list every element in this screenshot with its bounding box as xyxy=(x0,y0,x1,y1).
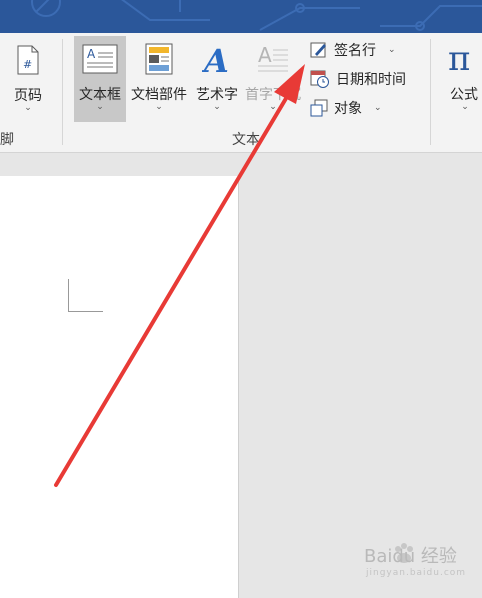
baidu-watermark: Baidu 经验 xyxy=(364,546,457,567)
arrow-annotation xyxy=(54,64,305,487)
baidu-watermark-url: jingyan.baidu.com xyxy=(366,568,467,578)
